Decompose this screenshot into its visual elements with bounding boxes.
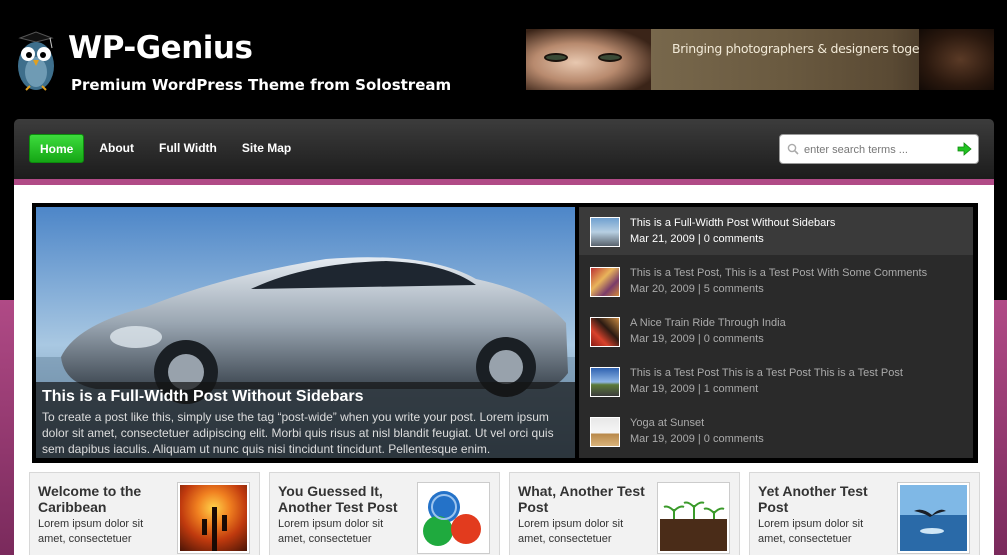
post-thumbnail[interactable] [177,482,250,554]
post-card[interactable]: You Guessed It, Another Test Post Lorem … [269,472,500,555]
post-title[interactable]: What, Another Test Post [518,483,648,515]
featured-post-excerpt: To create a post like this, simply use t… [42,410,554,456]
featured-list-item-title[interactable]: This is a Test Post, This is a Test Post… [630,267,927,279]
post-card[interactable]: What, Another Test Post Lorem ipsum dolo… [509,472,740,555]
post-excerpt: Lorem ipsum dolor sit amet, consectetuer… [38,518,144,545]
featured-list-item-meta: Mar 19, 2009 | 1 comment [630,383,759,395]
paint-cans-image [420,485,487,551]
featured-list-item-title[interactable]: Yoga at Sunset [630,417,704,429]
featured-list-item-meta: Mar 21, 2009 | 0 comments [630,233,764,245]
featured-list-item[interactable]: This is a Full-Width Post Without Sideba… [579,207,973,255]
content-area: This is a Full-Width Post Without Sideba… [14,185,994,555]
featured-list-item-meta: Mar 20, 2009 | 5 comments [630,283,764,295]
nav-item-full-width[interactable]: Full Width [149,134,227,163]
yoga-thumbnail-image [590,417,620,447]
featured-list-item-title[interactable]: This is a Test Post This is a Test Post … [630,367,903,379]
featured-list-item-meta: Mar 19, 2009 | 0 comments [630,433,764,445]
owl-logo-icon[interactable] [14,24,58,94]
featured-caption: This is a Full-Width Post Without Sideba… [36,382,575,458]
featured-slider: This is a Full-Width Post Without Sideba… [32,203,978,463]
featured-list-item[interactable]: This is a Test Post, This is a Test Post… [579,257,973,305]
banner-woman-face-image [526,29,651,90]
post-thumbnail[interactable] [657,482,730,554]
nav-item-home[interactable]: Home [29,134,85,163]
featured-list-item-meta: Mar 19, 2009 | 0 comments [630,333,764,345]
header-banner-ad[interactable]: Bringing photographers & designers toget… [526,29,994,90]
post-title[interactable]: Welcome to the Caribbean [38,483,168,515]
nav-item-about[interactable]: About [89,134,144,163]
featured-list-item[interactable]: Yoga at Sunset Mar 19, 2009 | 0 comments [579,407,973,455]
featured-list-item[interactable]: This is a Test Post This is a Test Post … [579,357,973,405]
featured-post-list: This is a Full-Width Post Without Sideba… [579,207,973,458]
banner-text: Bringing photographers & designers toget… [672,41,944,56]
site-title[interactable]: WP-Genius [68,30,253,66]
sprouts-image [660,485,727,551]
post-title[interactable]: You Guessed It, Another Test Post [278,483,408,515]
nav-menu: Home About Full Width Site Map [29,134,306,163]
post-title[interactable]: Yet Another Test Post [758,483,888,515]
search-input[interactable] [804,141,949,159]
featured-list-item-title[interactable]: This is a Full-Width Post Without Sideba… [630,217,835,229]
post-excerpt: Lorem ipsum dolor sit amet, consectetuer… [518,518,624,545]
market-thumbnail-image [590,267,620,297]
featured-post-title[interactable]: This is a Full-Width Post Without Sideba… [42,388,569,406]
nav-item-site-map[interactable]: Site Map [232,134,301,163]
search-box [779,134,979,164]
road-thumbnail-image [590,367,620,397]
featured-main-post[interactable]: This is a Full-Width Post Without Sideba… [36,207,575,458]
search-icon [787,143,799,155]
site-header: WP-Genius Premium WordPress Theme from S… [0,0,1007,110]
main-navigation: Home About Full Width Site Map [14,119,994,179]
post-thumbnail[interactable] [897,482,970,554]
featured-list-item[interactable]: A Nice Train Ride Through India Mar 19, … [579,307,973,355]
featured-list-item-title[interactable]: A Nice Train Ride Through India [630,317,786,329]
train-thumbnail-image [590,317,620,347]
post-excerpt: Lorem ipsum dolor sit amet, consectetuer… [278,518,384,545]
whale-tail-image [900,485,967,551]
car-thumbnail-image [590,217,620,247]
post-card[interactable]: Welcome to the Caribbean Lorem ipsum dol… [29,472,260,555]
post-thumbnail[interactable] [417,482,490,554]
search-submit-arrow-icon[interactable] [955,140,973,158]
post-card[interactable]: Yet Another Test Post Lorem ipsum dolor … [749,472,980,555]
banner-man-face-image [919,29,994,90]
post-excerpt: Lorem ipsum dolor sit amet, consectetuer… [758,518,864,545]
caribbean-sunset-image [180,485,247,551]
site-tagline: Premium WordPress Theme from Solostream [71,76,452,94]
